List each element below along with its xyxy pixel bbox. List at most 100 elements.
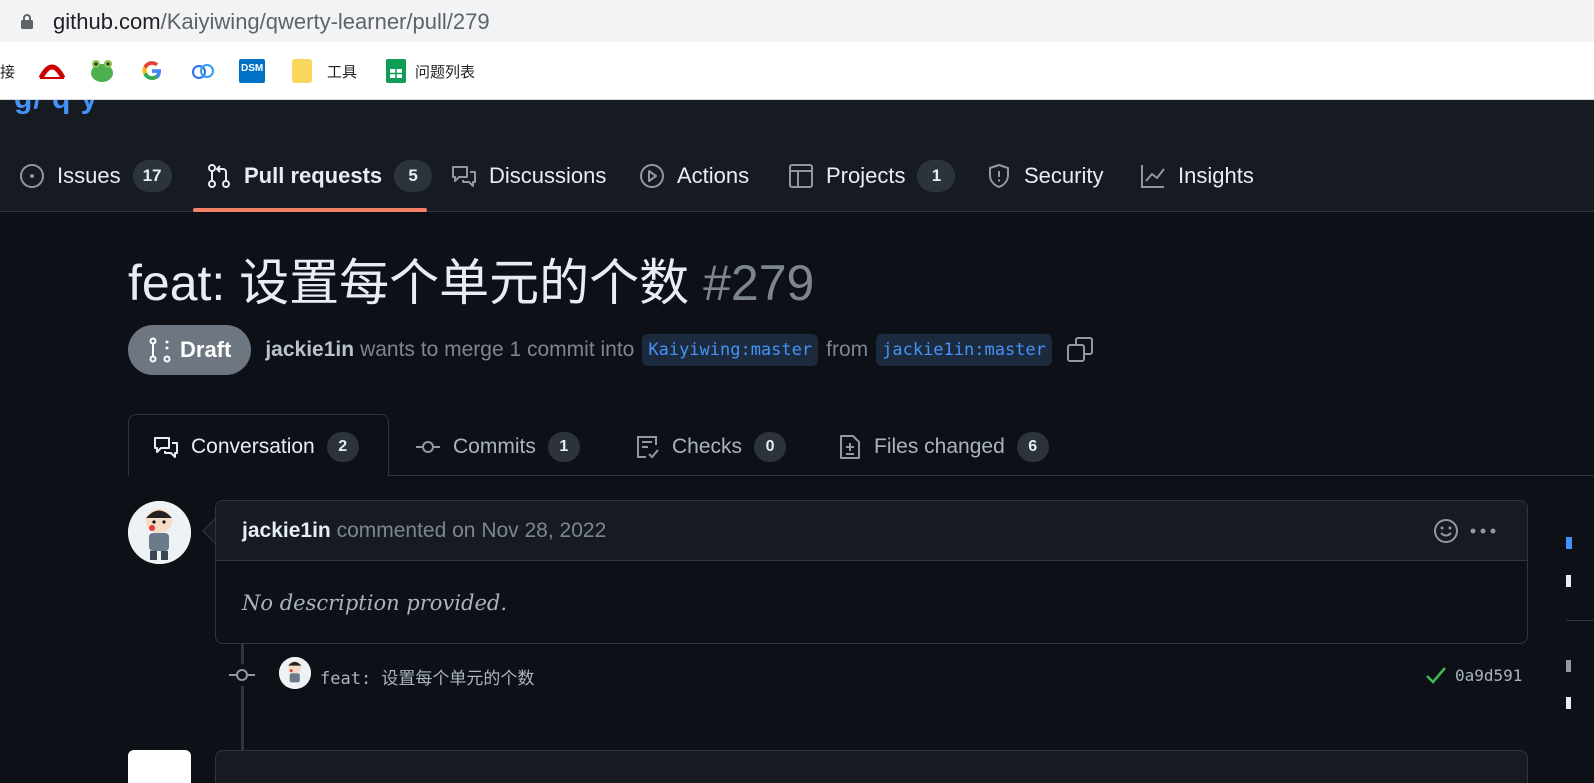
nav-tab-issues[interactable]: Issues 17 [19, 160, 172, 192]
sidebar-fragment [1566, 537, 1572, 549]
comment-author-line: jackie1in commented on Nov 28, 2022 [242, 519, 606, 543]
comment-discussion-icon [452, 166, 476, 187]
checklist-icon [637, 436, 659, 459]
nav-tab-insights[interactable]: Insights [1140, 160, 1254, 192]
cloud-icon [192, 64, 214, 79]
commit-message-link[interactable]: feat: 设置每个单元的个数 [320, 664, 534, 689]
url-path: /Kaiyiwing/qwerty-learner/pull/279 [160, 9, 490, 34]
bookmark-google[interactable] [140, 57, 164, 85]
nav-tab-pull-requests[interactable]: Pull requests 5 [206, 160, 433, 192]
base-branch-label[interactable]: Kaiyiwing:master [642, 334, 819, 366]
smiley-icon[interactable] [1432, 517, 1460, 545]
tab-label: Conversation [191, 435, 315, 458]
repo-name-partial[interactable]: g/ q y [14, 100, 98, 116]
lock-icon [21, 14, 33, 29]
bookmark-cloud[interactable] [190, 57, 216, 85]
tab-counter: 0 [754, 432, 787, 462]
tab-conversation[interactable]: Conversation 2 [153, 432, 359, 462]
comment-header: jackie1in commented on Nov 28, 2022 [216, 501, 1527, 561]
bookmark-dsm[interactable]: DSM [239, 57, 265, 85]
git-commit-icon [416, 441, 440, 453]
nav-tab-label: Discussions [489, 163, 607, 188]
pr-meta: Draft jackie1in wants to merge 1 commit … [128, 325, 1094, 375]
git-pull-request-icon [208, 164, 230, 188]
issue-opened-icon [20, 164, 44, 188]
nav-tab-counter: 5 [394, 160, 433, 192]
commit-sha-link[interactable]: 0a9d591 [1455, 666, 1522, 685]
tab-label: Checks [672, 435, 743, 458]
sidebar-fragment [1566, 575, 1571, 587]
git-commit-icon [228, 664, 256, 686]
pr-from-text: from [826, 338, 869, 361]
bookmark-label: 接 [0, 63, 16, 81]
tab-checks[interactable]: Checks 0 [636, 432, 787, 462]
bookmark-link[interactable]: 接 [0, 57, 15, 85]
sidebar-divider [1566, 620, 1594, 621]
dsm-label: DSM [241, 63, 264, 74]
tab-commits[interactable]: Commits 1 [415, 432, 580, 462]
pr-title-text: feat: 设置每个单元的个数 [128, 255, 690, 311]
bookmark-redhat[interactable] [38, 57, 66, 85]
url-text[interactable]: github.com/Kaiyiwing/qwerty-learner/pull… [53, 9, 490, 35]
next-comment-box [215, 750, 1528, 783]
pr-merge-text: wants to merge 1 commit into [360, 338, 635, 361]
sheets-icon [386, 59, 406, 83]
kebab-horizontal-icon[interactable] [1468, 517, 1498, 545]
avatar[interactable] [128, 501, 191, 564]
bookmark-label: 工具 [327, 63, 358, 81]
comment-discussion-icon [154, 437, 178, 458]
nav-tab-counter: 17 [132, 160, 172, 192]
tab-counter: 6 [1016, 432, 1049, 462]
bookmark-label: 问题列表 [415, 63, 476, 81]
tabs-divider [389, 475, 1594, 476]
nav-tab-actions[interactable]: Actions [639, 160, 749, 192]
check-icon[interactable] [1425, 665, 1447, 685]
tab-label: Files changed [874, 435, 1005, 458]
url-host: github.com [53, 9, 161, 34]
pr-title: feat: 设置每个单元的个数 #279 [128, 250, 814, 316]
tab-label: Commits [453, 435, 536, 458]
frog-icon [91, 60, 113, 82]
avatar-image [279, 657, 311, 689]
active-tab-underline [193, 208, 427, 212]
nav-tab-label: Issues [57, 163, 121, 188]
nav-tab-counter: 1 [917, 160, 956, 192]
git-pull-request-draft-icon [149, 337, 171, 363]
sidebar-fragment [1566, 660, 1571, 672]
graph-icon [1141, 165, 1165, 188]
tab-counter: 2 [326, 432, 359, 462]
play-icon [640, 164, 664, 188]
pr-state-badge: Draft [128, 325, 252, 375]
address-bar[interactable]: github.com/Kaiyiwing/qwerty-learner/pull… [0, 0, 1594, 42]
folder-icon [292, 59, 312, 83]
shield-icon [989, 164, 1009, 188]
nav-tab-projects[interactable]: Projects 1 [788, 160, 956, 192]
google-icon [142, 61, 161, 81]
sidebar-fragment [1566, 697, 1571, 709]
next-avatar[interactable] [128, 750, 191, 783]
head-branch-label[interactable]: jackie1in:master [876, 334, 1052, 366]
bookmark-tools[interactable]: 工具 [291, 57, 357, 85]
nav-tab-label: Actions [677, 163, 750, 188]
comment-timestamp[interactable]: commented on Nov 28, 2022 [337, 519, 607, 542]
nav-tab-label: Insights [1178, 163, 1254, 188]
tab-files-changed[interactable]: Files changed 6 [838, 432, 1049, 462]
table-icon [789, 164, 813, 188]
repo-header: g/ q y [0, 100, 1594, 212]
nav-tab-security[interactable]: Security [986, 160, 1103, 192]
comment-box: jackie1in commented on Nov 28, 2022 No d… [215, 500, 1528, 644]
copy-icon[interactable] [1066, 336, 1094, 364]
commit-author-avatar[interactable] [279, 657, 311, 689]
pr-author-link[interactable]: jackie1in [265, 338, 354, 362]
tab-counter: 1 [547, 432, 580, 462]
bookmarks-bar: 接 DSM 工具 问题列表 [0, 42, 1594, 100]
avatar-image [128, 501, 191, 564]
bookmark-issue-list[interactable]: 问题列表 [385, 57, 475, 85]
nav-tab-discussions[interactable]: Discussions [451, 160, 606, 192]
comment-author[interactable]: jackie1in [242, 519, 331, 542]
nav-tab-label: Security [1024, 163, 1104, 188]
redhat-icon [38, 64, 66, 80]
bookmark-frog[interactable] [88, 57, 116, 85]
pr-number: #279 [703, 255, 815, 311]
nav-tab-label: Projects [826, 163, 906, 188]
